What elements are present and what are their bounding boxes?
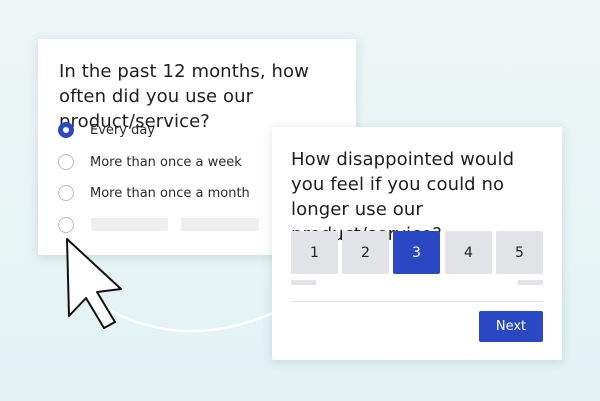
option-more-than-once-a-week[interactable]: More than once a week — [58, 152, 242, 172]
radio-unchecked-icon[interactable] — [58, 154, 74, 170]
scale-option-1[interactable]: 1 — [291, 231, 338, 274]
scale-option-4[interactable]: 4 — [445, 231, 492, 274]
scale-option-2[interactable]: 2 — [342, 231, 389, 274]
scale-option-5[interactable]: 5 — [496, 231, 543, 274]
option-label: Every day — [90, 122, 155, 138]
radio-unchecked-icon[interactable] — [58, 217, 74, 233]
option-more-than-once-a-month[interactable]: More than once a month — [58, 183, 250, 203]
option-placeholder[interactable] — [58, 215, 90, 235]
scale-option-3[interactable]: 3 — [393, 231, 440, 274]
scale-high-label-placeholder — [518, 280, 543, 285]
question-card-disappointment: How disappointed would you feel if you c… — [272, 127, 562, 360]
option-every-day[interactable]: Every day — [58, 120, 155, 140]
placeholder-text-bar — [181, 218, 259, 231]
divider — [291, 301, 543, 302]
option-label: More than once a week — [90, 154, 242, 170]
arrow-cursor-icon — [66, 238, 122, 329]
next-button[interactable]: Next — [479, 311, 543, 342]
radio-unchecked-icon[interactable] — [58, 185, 74, 201]
scale-low-label-placeholder — [291, 280, 316, 285]
option-label: More than once a month — [90, 185, 250, 201]
placeholder-text-bar — [91, 218, 168, 231]
radio-checked-icon[interactable] — [58, 122, 74, 138]
